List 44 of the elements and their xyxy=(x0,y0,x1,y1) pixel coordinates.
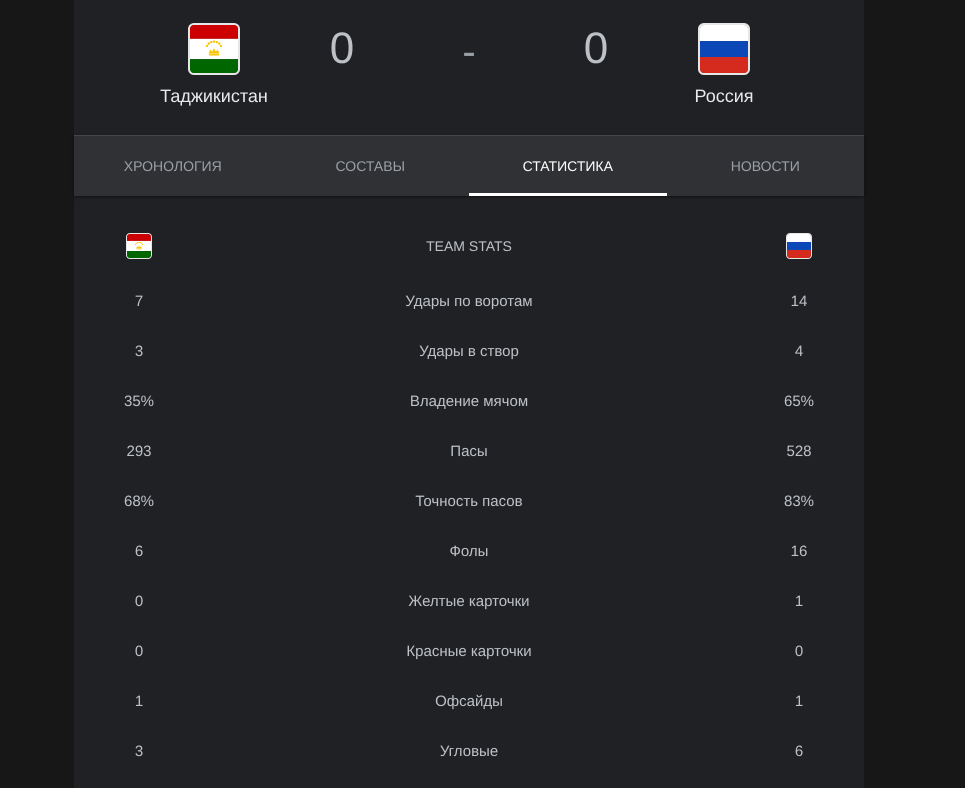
stat-value: 7 xyxy=(134,292,144,310)
tab[interactable]: СОСТАВЫ xyxy=(272,136,469,196)
stat-label: Офсайды xyxy=(435,692,503,710)
tab[interactable]: НОВОСТИ xyxy=(666,136,864,196)
stat-label: Угловые xyxy=(440,742,498,760)
flag-icon xyxy=(126,233,152,259)
stat-value: 0 xyxy=(134,592,144,610)
stat-value: 68% xyxy=(124,492,154,510)
stat-label: Желтые карточки xyxy=(408,592,530,610)
stat-value: 3 xyxy=(134,342,144,360)
stat-value: 1 xyxy=(134,692,144,710)
stat-value: 3 xyxy=(134,742,144,760)
stat-value: 293 xyxy=(126,442,152,460)
stat-label: Фолы xyxy=(450,542,488,560)
stat-value: 0 xyxy=(134,642,144,660)
team-name: Россия xyxy=(694,85,754,107)
stat-label: Владение мячом xyxy=(410,392,528,410)
stat-value: 14 xyxy=(790,292,808,310)
stat-label: Точность пасов xyxy=(415,492,523,510)
stat-value: 65% xyxy=(784,392,814,410)
stat-value: 528 xyxy=(786,442,812,460)
stat-value: 6 xyxy=(134,542,144,560)
flag-icon xyxy=(786,233,812,259)
stat-value: 83% xyxy=(784,492,814,510)
score: 0 xyxy=(330,23,354,75)
flag-icon xyxy=(188,23,240,75)
stat-value: 16 xyxy=(790,542,808,560)
tab[interactable]: СТАТИСТИКА xyxy=(469,136,666,196)
stat-value: 6 xyxy=(794,742,804,760)
tab[interactable]: ХРОНОЛОГИЯ xyxy=(74,136,272,196)
stat-value: 4 xyxy=(794,342,804,360)
stat-label: Удары в створ xyxy=(419,342,519,360)
score: 0 xyxy=(584,23,608,75)
stat-value: 1 xyxy=(794,592,804,610)
stat-label: Удары по воротам xyxy=(405,292,533,310)
stat-value: 1 xyxy=(794,692,804,710)
stat-value: 0 xyxy=(794,642,804,660)
team-name: Таджикистан xyxy=(160,85,268,107)
stat-label: Красные карточки xyxy=(406,642,532,660)
stat-label: Пасы xyxy=(450,442,488,460)
stat-value: 35% xyxy=(124,392,154,410)
flag-icon xyxy=(698,23,750,75)
score-separator: - xyxy=(462,29,476,76)
stats-title: TEAM STATS xyxy=(426,238,512,254)
